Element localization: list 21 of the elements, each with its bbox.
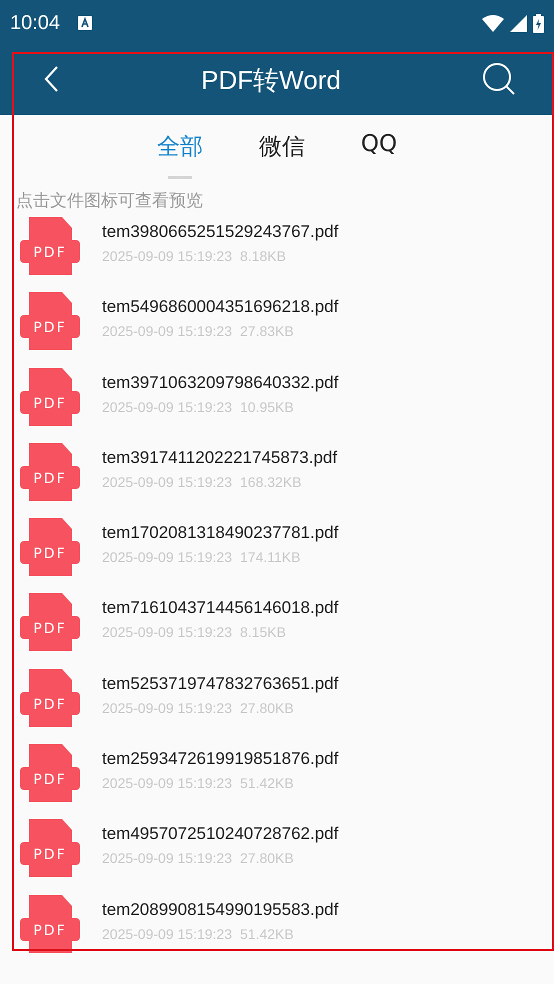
tab-indicator: [168, 176, 192, 179]
file-name[interactable]: tem5496860004351696218.pdf: [102, 297, 338, 318]
file-name[interactable]: tem3917411202221745873.pdf: [102, 448, 338, 468]
tab[interactable]: 微信: [250, 131, 313, 185]
battery-icon: [533, 14, 544, 32]
status-time: 10:04: [10, 12, 60, 34]
file-name[interactable]: tem7161043714456146018.pdf: [102, 598, 338, 618]
file-name[interactable]: tem2593472619919851876.pdf: [102, 749, 338, 770]
hint-text: 点击文件图标可查看预览: [15, 190, 204, 213]
page-title: PDF转Word: [201, 64, 341, 97]
file-name[interactable]: tem3980665251529243767.pdf: [102, 222, 338, 242]
tab[interactable]: QQ: [352, 131, 406, 185]
file-name[interactable]: tem3971063209798640332.pdf: [102, 372, 338, 393]
file-name[interactable]: tem5253719747832763651.pdf: [102, 674, 338, 694]
wifi-icon: [482, 14, 504, 32]
file-name[interactable]: tem2089908154990195583.pdf: [102, 900, 338, 920]
file-name[interactable]: tem1702081318490237781.pdf: [102, 523, 338, 544]
tab[interactable]: 全部: [148, 131, 211, 185]
keyboard-icon: [78, 16, 92, 30]
signal-icon: [510, 14, 527, 32]
file-name[interactable]: tem4957072510240728762.pdf: [102, 824, 338, 844]
